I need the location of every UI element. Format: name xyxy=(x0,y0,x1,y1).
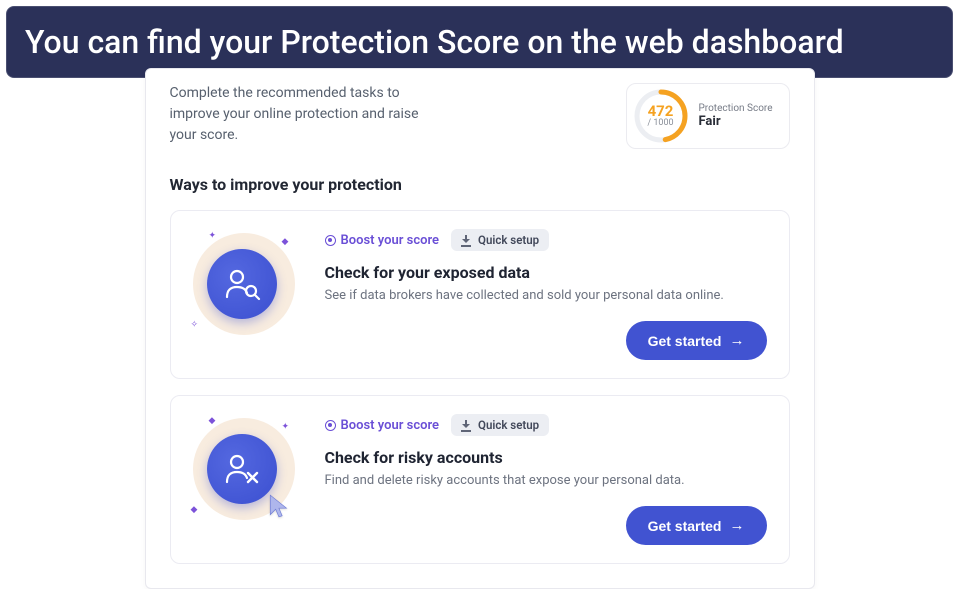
intro-text: Complete the recommended tasks to improv… xyxy=(170,83,430,146)
sparkle-icon: ◆ xyxy=(191,505,198,512)
card-title: Check for risky accounts xyxy=(325,448,767,467)
download-icon xyxy=(461,420,472,431)
score-value: 472 xyxy=(648,104,674,119)
card-description: Find and delete risky accounts that expo… xyxy=(325,473,767,488)
arrow-right-icon: → xyxy=(730,332,745,349)
sparkle-icon: ✦ xyxy=(209,231,216,238)
target-icon xyxy=(325,235,336,246)
sparkle-icon: ✦ xyxy=(282,422,289,429)
download-icon xyxy=(461,235,472,246)
profile-search-icon xyxy=(221,263,263,305)
boost-label: Boost your score xyxy=(341,418,440,433)
card-illustration: ✦ ◆ ✧ xyxy=(189,229,299,339)
score-max: / 1000 xyxy=(647,119,673,128)
quick-setup-pill: Quick setup xyxy=(451,229,549,251)
sparkle-icon: ◆ xyxy=(209,416,216,423)
boost-label: Boost your score xyxy=(341,233,440,248)
protection-score-widget[interactable]: 472 / 1000 Protection Score Fair xyxy=(626,83,790,149)
quick-setup-pill: Quick setup xyxy=(451,414,549,436)
score-label: Protection Score xyxy=(699,103,773,114)
boost-score-tag: Boost your score xyxy=(325,418,440,433)
top-row: Complete the recommended tasks to improv… xyxy=(170,69,790,149)
get-started-button[interactable]: Get started → xyxy=(626,321,767,360)
banner-text: You can find your Protection Score on th… xyxy=(25,23,844,61)
card-title: Check for your exposed data xyxy=(325,263,767,282)
target-icon xyxy=(325,420,336,431)
button-label: Get started xyxy=(648,333,722,349)
arrow-right-icon: → xyxy=(730,517,745,534)
improvement-card: ◆ ✦ ◆ Boost your score xyxy=(170,395,790,564)
sparkle-icon: ◆ xyxy=(282,237,289,244)
score-gauge-icon: 472 / 1000 xyxy=(633,88,689,144)
get-started-button[interactable]: Get started → xyxy=(626,506,767,545)
section-heading: Ways to improve your protection xyxy=(170,175,790,194)
card-body: Boost your score Quick setup Check for r… xyxy=(325,414,767,545)
button-label: Get started xyxy=(648,518,722,534)
sparkle-icon: ✧ xyxy=(191,320,198,327)
card-body: Boost your score Quick setup Check for y… xyxy=(325,229,767,360)
boost-score-tag: Boost your score xyxy=(325,233,440,248)
card-description: See if data brokers have collected and s… xyxy=(325,288,767,303)
dashboard-container: Complete the recommended tasks to improv… xyxy=(145,68,815,589)
pill-label: Quick setup xyxy=(478,233,539,247)
score-rating: Fair xyxy=(699,114,773,129)
profile-delete-icon xyxy=(221,448,263,490)
cursor-icon xyxy=(267,493,293,519)
improvement-card: ✦ ◆ ✧ Boost your score Qui xyxy=(170,210,790,379)
card-illustration: ◆ ✦ ◆ xyxy=(189,414,299,524)
pill-label: Quick setup xyxy=(478,418,539,432)
